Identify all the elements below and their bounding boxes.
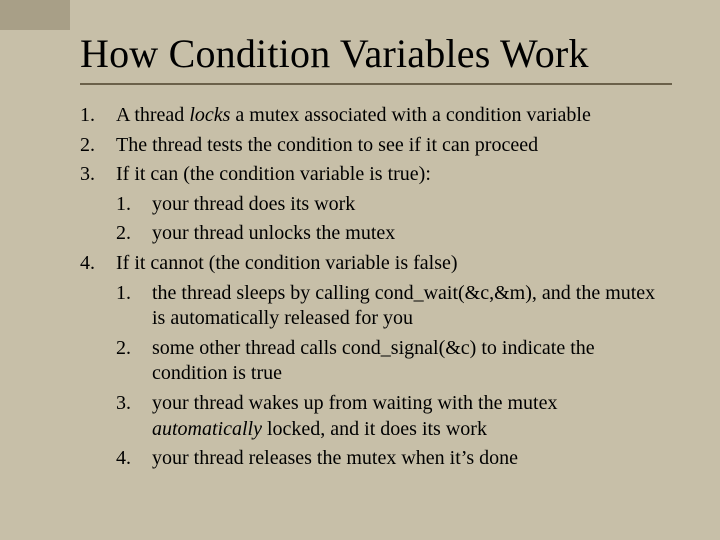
title-rule: [80, 83, 672, 85]
item-text: If it cannot (the condition variable is …: [116, 251, 672, 277]
item-number: 2.: [80, 133, 116, 159]
text-part: A thread: [116, 104, 189, 126]
list-item: 4. If it cannot (the condition variable …: [80, 251, 672, 277]
item-text: The thread tests the condition to see if…: [116, 133, 672, 159]
list-subitem: 2. some other thread calls cond_signal(&…: [80, 336, 672, 387]
subitem-text: your thread unlocks the mutex: [152, 221, 672, 247]
list-item: 1. A thread locks a mutex associated wit…: [80, 103, 672, 129]
subitem-number: 2.: [116, 336, 152, 362]
text-part: locked, and it does its work: [262, 418, 487, 440]
text-italic: automatically: [152, 418, 262, 440]
text-italic: locks: [189, 104, 230, 126]
subitem-text: your thread wakes up from waiting with t…: [152, 391, 672, 442]
list-subitem: 3. your thread wakes up from waiting wit…: [80, 391, 672, 442]
subitem-number: 2.: [116, 221, 152, 247]
item-text: If it can (the condition variable is tru…: [116, 162, 672, 188]
slide-body: 1. A thread locks a mutex associated wit…: [48, 103, 672, 472]
item-number: 3.: [80, 162, 116, 188]
subitem-number: 1.: [116, 192, 152, 218]
subitem-number: 1.: [116, 281, 152, 307]
text-part: a mutex associated with a condition vari…: [230, 104, 590, 126]
subitem-text: the thread sleeps by calling cond_wait(&…: [152, 281, 672, 332]
list-subitem: 1. your thread does its work: [80, 192, 672, 218]
list-subitem: 4. your thread releases the mutex when i…: [80, 446, 672, 472]
subitem-number: 3.: [116, 391, 152, 417]
subitem-number: 4.: [116, 446, 152, 472]
list-subitem: 1. the thread sleeps by calling cond_wai…: [80, 281, 672, 332]
list-item: 2. The thread tests the condition to see…: [80, 133, 672, 159]
item-number: 1.: [80, 103, 116, 129]
list-item: 3. If it can (the condition variable is …: [80, 162, 672, 188]
subitem-text: your thread does its work: [152, 192, 672, 218]
item-number: 4.: [80, 251, 116, 277]
list-subitem: 2. your thread unlocks the mutex: [80, 221, 672, 247]
dogear-decoration: [0, 0, 70, 30]
text-part: your thread wakes up from waiting with t…: [152, 392, 557, 414]
subitem-text: some other thread calls cond_signal(&c) …: [152, 336, 672, 387]
item-text: A thread locks a mutex associated with a…: [116, 103, 672, 129]
slide-title: How Condition Variables Work: [48, 30, 672, 77]
slide: How Condition Variables Work 1. A thread…: [0, 0, 720, 540]
subitem-text: your thread releases the mutex when it’s…: [152, 446, 672, 472]
